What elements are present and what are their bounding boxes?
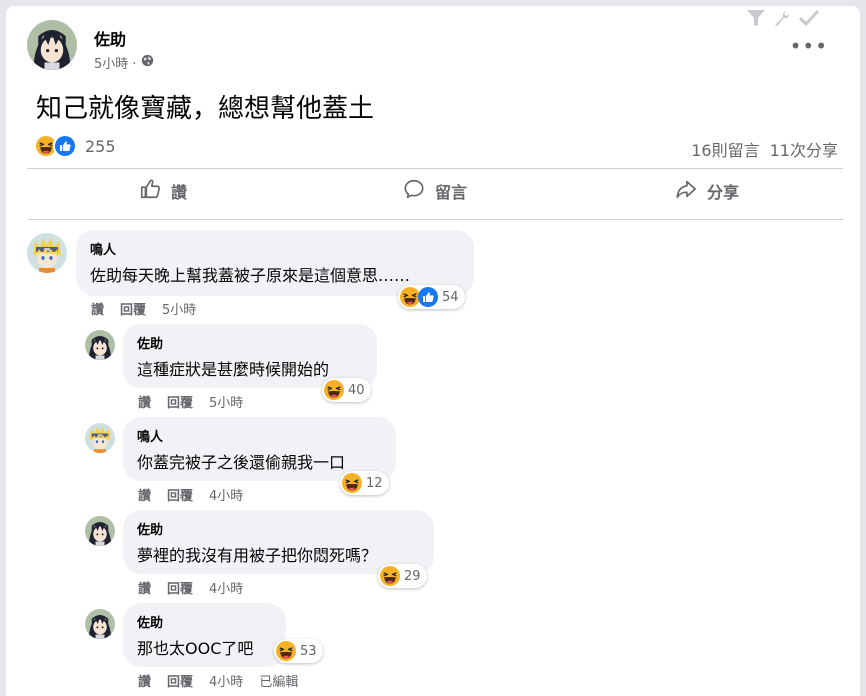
- comment-reply-link[interactable]: 回覆: [167, 485, 193, 504]
- comment-reaction-count: 29: [404, 568, 421, 584]
- comment-text: 那也太OOC了吧: [137, 639, 254, 658]
- comment-like-link[interactable]: 讚: [138, 671, 151, 690]
- post-meta: 5小時 ·: [94, 53, 154, 72]
- like-button[interactable]: 讚: [27, 169, 299, 213]
- like-emoji-icon: [418, 287, 438, 307]
- comment-reactions[interactable]: 53: [274, 639, 323, 663]
- check-icon[interactable]: [798, 9, 820, 32]
- haha-emoji-icon: [342, 473, 362, 493]
- commenter-avatar[interactable]: [85, 516, 115, 546]
- corner-toolbar: [746, 9, 820, 32]
- comment-reactions[interactable]: 40: [322, 378, 371, 402]
- post-stats: 16則留言 11次分享: [691, 137, 838, 161]
- commenter-avatar[interactable]: [85, 330, 115, 360]
- commenter-avatar[interactable]: [85, 609, 115, 639]
- reaction-count: 255: [85, 136, 116, 156]
- comment-button-label: 留言: [434, 183, 467, 202]
- comment-reaction-count: 12: [366, 475, 383, 491]
- comment-button[interactable]: 留言: [299, 169, 571, 213]
- comment-like-link[interactable]: 讚: [91, 299, 104, 318]
- post-text: 知己就像寶藏，總想幫他蓋土: [36, 94, 375, 124]
- comment-text: 佐助每天晚上幫我蓋被子原來是這個意思……: [90, 266, 411, 285]
- share-button[interactable]: 分享: [571, 169, 843, 213]
- like-button-label: 讚: [170, 183, 187, 202]
- post-author-name[interactable]: 佐助: [94, 26, 126, 50]
- comment-reaction-count: 54: [442, 289, 459, 305]
- comment-time[interactable]: 4小時: [209, 578, 243, 597]
- comment-text: 夢裡的我沒有用被子把你悶死嗎？: [137, 546, 378, 565]
- share-arrow-icon: [675, 178, 697, 204]
- comments-count[interactable]: 16則留言: [691, 137, 759, 161]
- post-card: 佐助 5小時 · ••• 知己就像寶藏，總想幫他蓋土 255 16則留言 11次…: [6, 6, 860, 696]
- haha-emoji-icon: [380, 566, 400, 586]
- thumbs-up-icon: [139, 178, 161, 204]
- commenter-avatar[interactable]: [85, 423, 115, 453]
- comment-actions: 讚 回覆 4小時: [138, 485, 243, 504]
- comment-actions: 讚 回覆 5小時: [138, 392, 243, 411]
- globe-icon: [141, 54, 154, 71]
- wrench-icon[interactable]: [772, 9, 792, 32]
- reactions-summary[interactable]: 255: [34, 134, 116, 158]
- post-action-bar: 讚 留言 分享: [27, 169, 843, 213]
- haha-emoji-icon: [324, 380, 344, 400]
- shares-count[interactable]: 11次分享: [770, 137, 838, 161]
- divider-bottom: [27, 219, 843, 220]
- post-time[interactable]: 5小時 ·: [94, 53, 137, 72]
- comment-actions: 讚 回覆 4小時 已編輯: [138, 671, 298, 690]
- comment-author[interactable]: 佐助: [137, 612, 272, 631]
- comment-actions: 讚 回覆 4小時: [138, 578, 243, 597]
- comment-reactions[interactable]: 54: [398, 285, 465, 309]
- post-author-avatar[interactable]: [27, 20, 77, 70]
- comment-text: 這種症狀是甚麼時候開始的: [137, 360, 330, 379]
- comment-reaction-count: 53: [300, 643, 317, 659]
- comment-time[interactable]: 4小時: [209, 485, 243, 504]
- comment-reactions[interactable]: 12: [340, 471, 389, 495]
- comment-reply-link[interactable]: 回覆: [167, 671, 193, 690]
- comment-time[interactable]: 5小時: [162, 299, 196, 318]
- comment-time[interactable]: 4小時: [209, 671, 243, 690]
- haha-emoji-icon: [400, 287, 420, 307]
- comment-reactions[interactable]: 29: [378, 564, 427, 588]
- filter-icon[interactable]: [746, 9, 766, 32]
- comment-reply-link[interactable]: 回覆: [120, 299, 146, 318]
- comment-bubble: 佐助 那也太OOC了吧: [123, 603, 286, 667]
- haha-emoji-icon: [276, 641, 296, 661]
- comment-author[interactable]: 鳴人: [137, 426, 382, 445]
- comment-author[interactable]: 佐助: [137, 333, 363, 352]
- comment-reply-link[interactable]: 回覆: [167, 578, 193, 597]
- comment-author[interactable]: 鳴人: [90, 239, 460, 258]
- comment-reaction-count: 40: [348, 382, 365, 398]
- share-button-label: 分享: [706, 183, 739, 202]
- comment-like-link[interactable]: 讚: [138, 392, 151, 411]
- like-emoji-icon: [53, 134, 77, 158]
- comment-edited-label[interactable]: 已編輯: [259, 671, 298, 690]
- comment-author[interactable]: 佐助: [137, 519, 420, 538]
- comment-actions: 讚 回覆 5小時: [91, 299, 196, 318]
- more-options-icon[interactable]: •••: [790, 34, 828, 58]
- comment-like-link[interactable]: 讚: [138, 578, 151, 597]
- comment-time[interactable]: 5小時: [209, 392, 243, 411]
- comment-text: 你蓋完被子之後還偷親我一口: [137, 453, 346, 472]
- comment-reply-link[interactable]: 回覆: [167, 392, 193, 411]
- comment-like-link[interactable]: 讚: [138, 485, 151, 504]
- speech-bubble-icon: [403, 178, 425, 204]
- commenter-avatar[interactable]: [27, 233, 67, 273]
